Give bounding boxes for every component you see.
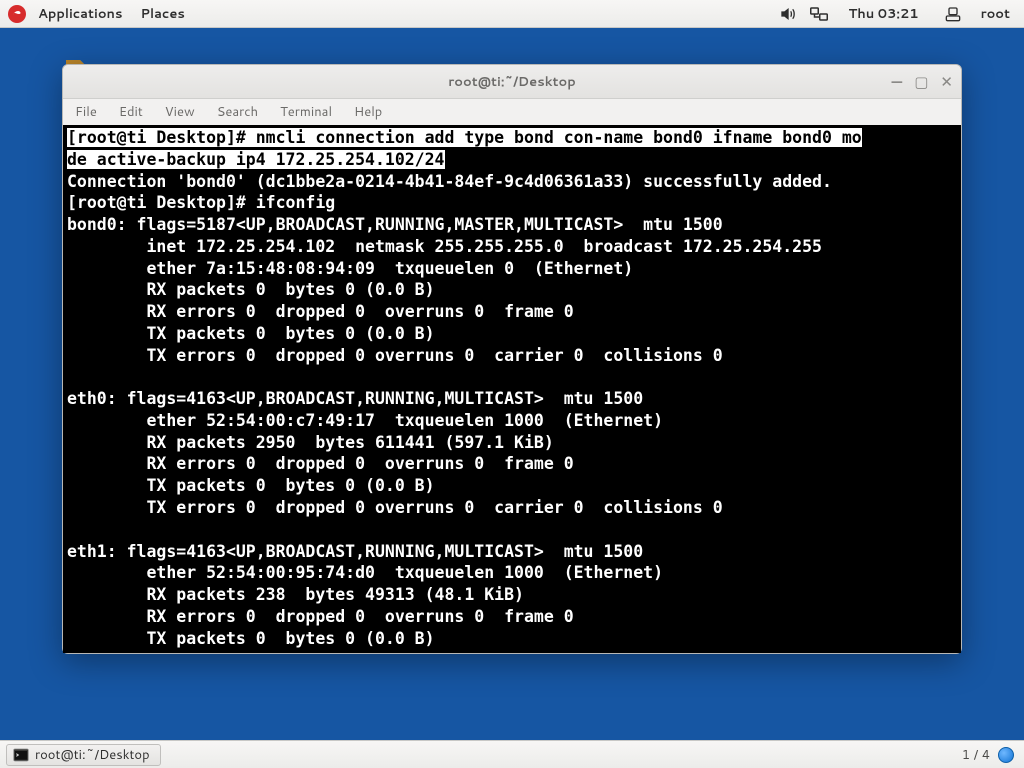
workspace-indicator[interactable]: 1 / 4 [962,746,990,764]
terminal-line: RX packets 238 bytes 49313 (48.1 KiB) [67,585,524,604]
terminal-line: [root@ti Desktop]# ifconfig [67,193,335,212]
terminal-line: ether 52:54:00:95:74:d0 txqueuelen 1000 … [67,563,663,582]
network-icon[interactable] [810,6,828,22]
terminal-line: ether 7a:15:48:08:94:09 txqueuelen 0 (Et… [67,259,633,278]
terminal-line: RX packets 0 bytes 0 (0.0 B) [67,280,435,299]
menu-terminal[interactable]: Terminal [276,101,336,123]
taskbar-item-terminal[interactable]: root@ti:~/Desktop [6,744,161,766]
terminal-command: nmcli connection add type bond con-name … [256,128,862,147]
terminal-line: eth1: flags=4163<UP,BROADCAST,RUNNING,MU… [67,542,643,561]
terminal-line: bond0: flags=5187<UP,BROADCAST,RUNNING,M… [67,215,723,234]
terminal-line: TX packets 0 bytes 0 (0.0 B) [67,629,435,648]
user-menu[interactable]: root [975,5,1016,23]
window-close-button[interactable]: ✕ [940,74,953,89]
terminal-line: eth0: flags=4163<UP,BROADCAST,RUNNING,MU… [67,389,643,408]
terminal-line: TX errors 0 dropped 0 overruns 0 carrier… [67,346,723,365]
terminal-line: RX errors 0 dropped 0 overruns 0 frame 0 [67,302,574,321]
window-maximize-button[interactable]: ▢ [914,74,928,89]
window-titlebar[interactable]: root@ti:~/Desktop — ▢ ✕ [63,65,961,99]
menu-edit[interactable]: Edit [115,101,147,123]
top-panel: Applications Places Thu 03:21 root [0,0,1024,28]
redhat-icon [8,5,26,23]
taskbar-item-label: root@ti:~/Desktop [35,746,150,764]
terminal-line: TX packets 0 bytes 0 (0.0 B) [67,324,435,343]
menu-bar: File Edit View Search Terminal Help [63,99,961,125]
bottom-panel: root@ti:~/Desktop 1 / 4 [0,740,1024,768]
terminal-command-cont: de active-backup ip4 172.25.254.102/24 [67,150,445,169]
terminal-icon [13,748,29,762]
terminal-line: RX packets 2950 bytes 611441 (597.1 KiB) [67,433,554,452]
menu-applications[interactable]: Applications [32,5,128,23]
clock[interactable]: Thu 03:21 [842,5,924,23]
terminal-line: ether 52:54:00:c7:49:17 txqueuelen 1000 … [67,411,663,430]
terminal-line: TX errors 0 dropped 0 overruns 0 carrier… [67,498,723,517]
terminal-prompt: [root@ti Desktop]# [67,128,256,147]
terminal-window: root@ti:~/Desktop — ▢ ✕ File Edit View S… [62,64,962,654]
menu-places[interactable]: Places [134,5,190,23]
terminal-line: inet 172.25.254.102 netmask 255.255.255.… [67,237,822,256]
terminal-line: RX errors 0 dropped 0 overruns 0 frame 0 [67,454,574,473]
terminal-line: RX errors 0 dropped 0 overruns 0 frame 0 [67,607,574,626]
user-icon [945,6,961,22]
terminal-line: Connection 'bond0' (dc1bbe2a-0214-4b41-8… [67,172,832,191]
terminal-line: TX packets 0 bytes 0 (0.0 B) [67,476,435,495]
menu-view[interactable]: View [161,101,199,123]
window-minimize-button[interactable]: — [891,74,902,89]
menu-search[interactable]: Search [213,101,262,123]
terminal-output[interactable]: [root@ti Desktop]# nmcli connection add … [63,125,961,653]
window-title: root@ti:~/Desktop [448,73,576,91]
show-desktop-icon[interactable] [998,747,1014,763]
volume-icon[interactable] [780,6,796,22]
menu-help[interactable]: Help [350,101,386,123]
menu-file[interactable]: File [71,101,101,123]
